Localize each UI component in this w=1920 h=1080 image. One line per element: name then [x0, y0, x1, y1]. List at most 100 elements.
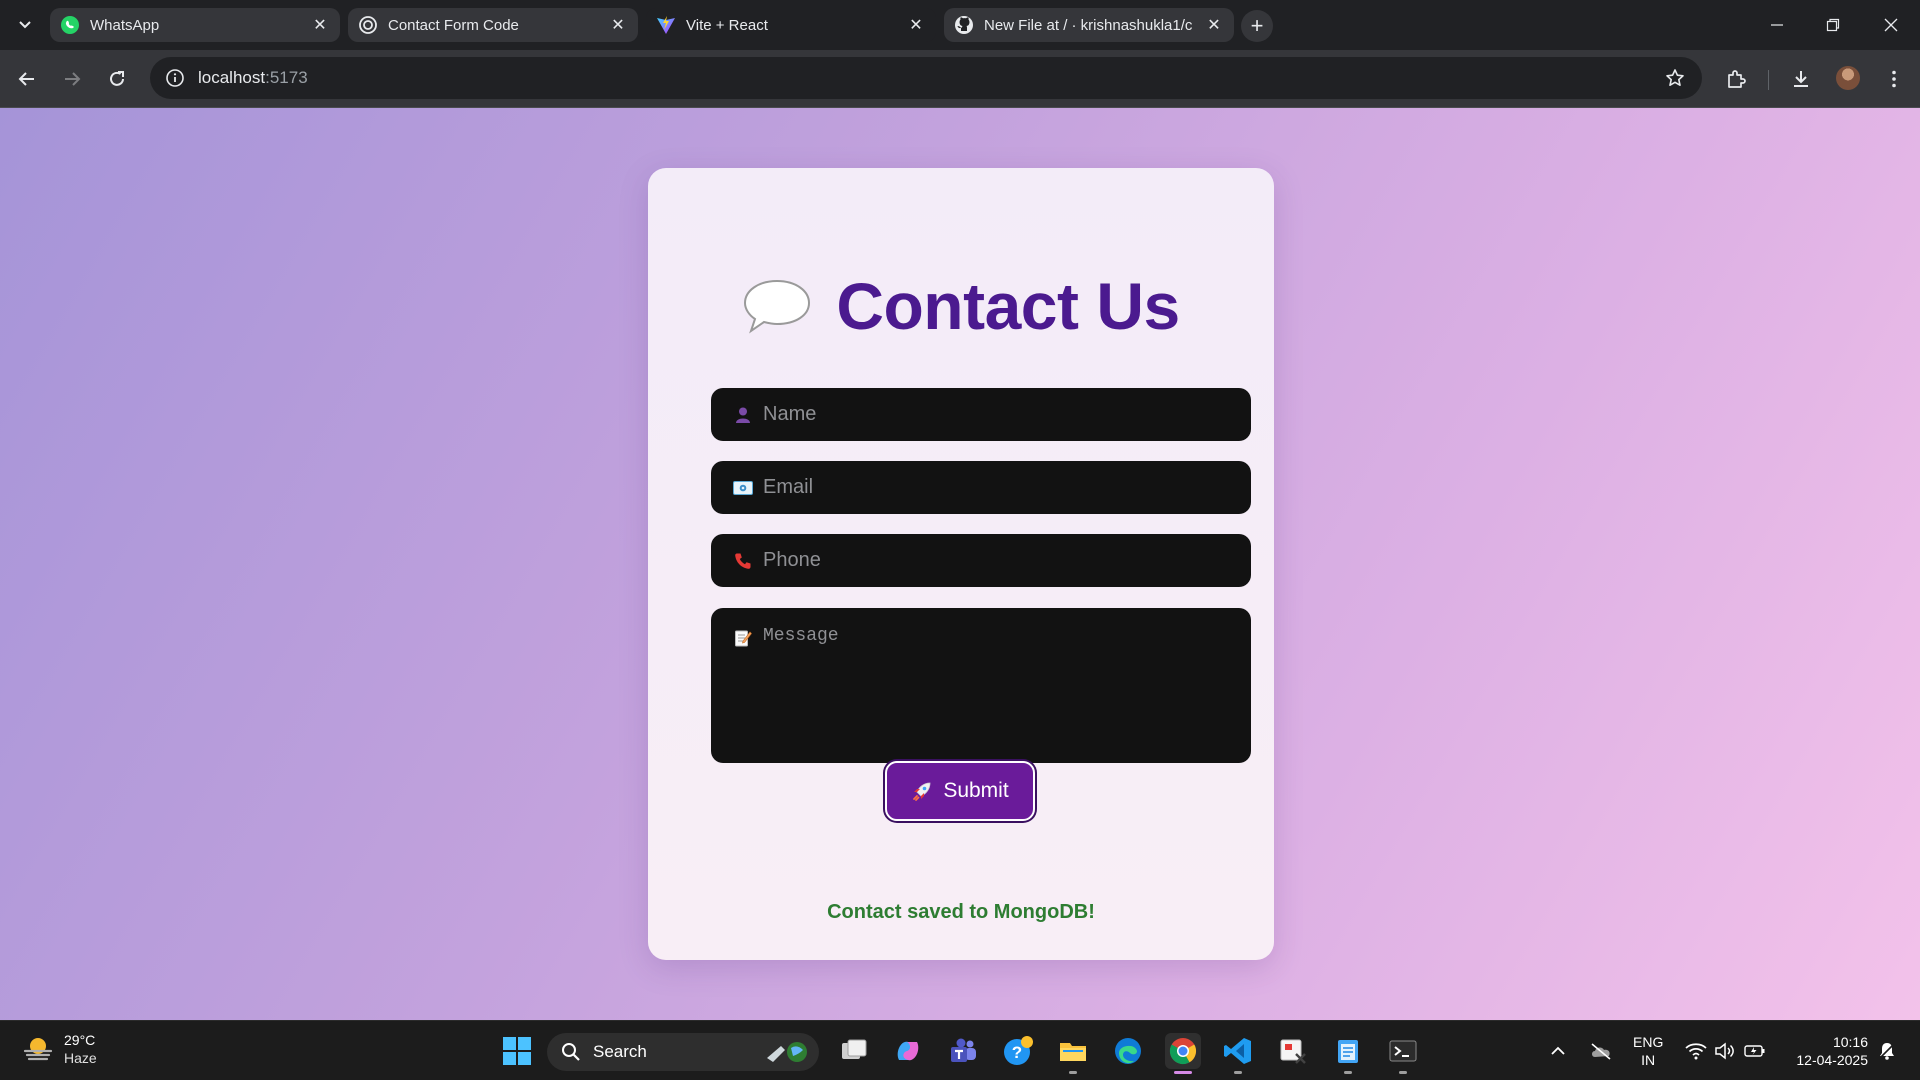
chrome-button[interactable] [1165, 1033, 1201, 1074]
toolbar-divider [1768, 70, 1769, 90]
tab-whatsapp[interactable]: WhatsApp ✕ [50, 8, 340, 42]
restore-icon [1826, 18, 1840, 32]
more-vertical-icon [1892, 70, 1896, 88]
battery-charging-icon [1744, 1045, 1765, 1057]
vscode-button[interactable] [1220, 1033, 1256, 1074]
github-icon [954, 15, 974, 35]
tab-vite-react[interactable]: Vite + React ✕ [646, 8, 936, 42]
cloud-offline-icon [1591, 1043, 1611, 1060]
phone-field[interactable] [711, 534, 1251, 587]
speech-bubble-icon [744, 279, 811, 334]
copilot-button[interactable] [890, 1033, 926, 1069]
weather-widget[interactable]: 29°C Haze [22, 1031, 97, 1067]
language-region: IN [1641, 1052, 1656, 1068]
chevron-down-icon [19, 21, 31, 29]
reload-button[interactable] [101, 63, 133, 95]
folder-icon [1060, 1043, 1086, 1061]
start-button[interactable] [499, 1033, 535, 1069]
extensions-button[interactable] [1720, 63, 1752, 95]
show-hidden-icons-button[interactable] [1543, 1033, 1573, 1069]
tab-title: WhatsApp [90, 16, 160, 34]
chevron-up-icon [1551, 1046, 1565, 1055]
search-highlight-icon [767, 1042, 807, 1062]
page-heading: Contact Us [648, 268, 1274, 344]
address-bar[interactable]: localhost:5173 [150, 57, 1702, 99]
language-code: ENG [1633, 1034, 1664, 1050]
edge-button[interactable] [1110, 1033, 1146, 1069]
tips-button[interactable]: ? [1000, 1033, 1036, 1069]
restore-button[interactable] [1818, 10, 1848, 40]
snipping-tool-icon [1280, 1039, 1306, 1064]
whatsapp-icon [60, 15, 80, 35]
weather-description: Haze [64, 1050, 97, 1066]
language-indicator[interactable]: ENG IN [1633, 1033, 1663, 1069]
reload-icon [110, 71, 124, 86]
chatgpt-icon [358, 15, 378, 35]
notifications-button[interactable] [1872, 1033, 1902, 1069]
profile-avatar[interactable] [1836, 66, 1860, 90]
close-icon[interactable]: ✕ [1204, 15, 1224, 35]
url-host: localhost [198, 68, 266, 87]
submit-button[interactable]: Submit [885, 761, 1035, 821]
search-icon [562, 1043, 580, 1061]
submit-label: Submit [943, 779, 1009, 802]
person-icon [733, 405, 753, 425]
clock-time: 10:16 [1832, 1034, 1868, 1050]
email-field[interactable] [711, 461, 1251, 514]
site-info-icon[interactable] [164, 67, 186, 89]
teams-button[interactable] [945, 1033, 981, 1069]
teams-icon [951, 1038, 976, 1062]
vscode-icon [1224, 1038, 1251, 1064]
tab-title: Contact Form Code [388, 16, 519, 34]
battery-button[interactable] [1740, 1033, 1770, 1069]
terminal-button[interactable] [1385, 1033, 1421, 1074]
edge-icon [1115, 1038, 1141, 1064]
file-explorer-button[interactable] [1055, 1033, 1091, 1074]
close-icon[interactable]: ✕ [310, 15, 330, 35]
rocket-icon [913, 782, 931, 801]
name-input[interactable] [763, 403, 1251, 426]
weather-temperature: 29°C [64, 1032, 96, 1048]
notification-bell-icon [1878, 1042, 1896, 1060]
arrow-left-icon [18, 72, 34, 86]
memo-icon [733, 628, 753, 648]
network-button[interactable] [1681, 1033, 1711, 1069]
notepad-button[interactable] [1330, 1033, 1366, 1074]
new-tab-button[interactable]: + [1241, 10, 1273, 42]
close-icon [1884, 18, 1898, 32]
minimize-button[interactable] [1762, 10, 1792, 40]
bookmark-star-icon[interactable] [1664, 67, 1686, 89]
message-field[interactable] [711, 608, 1251, 763]
tab-github-new-file[interactable]: New File at / · krishnashukla1/c ✕ [944, 8, 1234, 42]
tab-title: Vite + React [686, 16, 768, 34]
notepad-icon [1338, 1040, 1358, 1063]
forward-button[interactable] [56, 63, 88, 95]
volume-button[interactable] [1710, 1033, 1740, 1069]
taskbar: 29°C Haze Search ? ENG IN 10:16 12-04-20… [0, 1020, 1920, 1080]
running-indicator [1069, 1071, 1077, 1074]
task-view-button[interactable] [836, 1033, 872, 1069]
close-window-button[interactable] [1876, 10, 1906, 40]
email-input[interactable] [763, 476, 1251, 499]
search-label: Search [593, 1042, 647, 1061]
task-view-icon [842, 1039, 867, 1059]
tab-search-button[interactable] [10, 10, 40, 40]
name-field[interactable] [711, 388, 1251, 441]
menu-button[interactable] [1878, 63, 1910, 95]
taskbar-search[interactable]: Search [547, 1033, 819, 1071]
haze-sun-icon [23, 1038, 53, 1061]
tab-contact-form-code[interactable]: Contact Form Code ✕ [348, 8, 638, 42]
downloads-button[interactable] [1785, 63, 1817, 95]
tab-strip: WhatsApp ✕ Contact Form Code ✕ Vite + Re… [0, 0, 1920, 50]
close-icon[interactable]: ✕ [906, 15, 926, 35]
onedrive-button[interactable] [1586, 1033, 1616, 1069]
copilot-icon [897, 1041, 919, 1061]
snipping-tool-button[interactable] [1275, 1033, 1311, 1069]
close-icon[interactable]: ✕ [608, 15, 628, 35]
system-clock[interactable]: 10:16 12-04-2025 [1784, 1033, 1868, 1069]
back-button[interactable] [11, 63, 43, 95]
active-indicator [1174, 1071, 1192, 1074]
message-input[interactable] [763, 626, 1251, 746]
speaker-icon [1715, 1042, 1734, 1060]
phone-input[interactable] [763, 549, 1251, 572]
